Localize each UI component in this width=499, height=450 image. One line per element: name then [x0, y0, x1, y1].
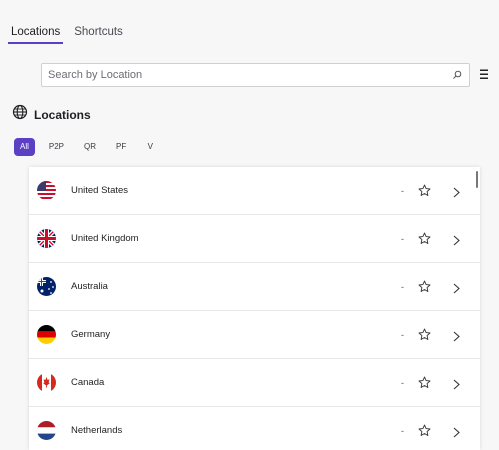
- chevron-right-icon[interactable]: [452, 377, 461, 390]
- location-name: Canada: [71, 377, 105, 388]
- location-row-australia[interactable]: Australia -: [29, 263, 480, 311]
- location-name: Germany: [71, 329, 111, 340]
- canada-flag-icon: [37, 373, 56, 392]
- filter-all[interactable]: All: [14, 138, 35, 156]
- hamburger-menu-icon[interactable]: [479, 67, 491, 79]
- locations-section-header: Locations: [12, 104, 91, 125]
- globe-icon: [12, 104, 28, 125]
- filter-qr[interactable]: QR: [78, 138, 102, 156]
- location-status: -: [401, 329, 404, 340]
- us-flag-icon: [37, 181, 56, 200]
- star-icon[interactable]: [418, 184, 431, 197]
- uk-flag-icon: [37, 229, 56, 248]
- search-box: [41, 63, 470, 87]
- star-icon[interactable]: [418, 376, 431, 389]
- australia-flag-icon: [37, 277, 56, 296]
- filter-v[interactable]: V: [140, 138, 160, 156]
- search-input[interactable]: [48, 69, 451, 81]
- location-name: United States: [71, 185, 129, 196]
- chevron-right-icon[interactable]: [452, 329, 461, 342]
- tab-shortcuts[interactable]: Shortcuts: [71, 24, 126, 44]
- location-name: Netherlands: [71, 425, 123, 436]
- star-icon[interactable]: [418, 328, 431, 341]
- netherlands-flag-icon: [37, 421, 56, 440]
- location-status: -: [401, 233, 404, 244]
- star-icon[interactable]: [418, 232, 431, 245]
- location-row-united-states[interactable]: United States -: [29, 167, 480, 215]
- tab-bar: Locations Shortcuts: [8, 24, 126, 46]
- location-name: Australia: [71, 281, 108, 292]
- chevron-right-icon[interactable]: [452, 185, 461, 198]
- tab-locations[interactable]: Locations: [8, 24, 64, 44]
- filter-chips: All P2P QR PF V: [14, 138, 160, 156]
- location-status: -: [401, 281, 404, 292]
- location-status: -: [401, 425, 404, 436]
- germany-flag-icon: [37, 325, 56, 344]
- location-row-canada[interactable]: Canada -: [29, 359, 480, 407]
- list-scrollbar[interactable]: [476, 171, 478, 188]
- location-list: United States - United Kingdom - Austral…: [29, 167, 480, 450]
- chevron-right-icon[interactable]: [452, 233, 461, 246]
- location-status: -: [401, 377, 404, 388]
- section-title: Locations: [34, 107, 91, 122]
- location-row-united-kingdom[interactable]: United Kingdom -: [29, 215, 480, 263]
- location-name: United Kingdom: [71, 233, 139, 244]
- search-icon[interactable]: [451, 69, 463, 81]
- location-status: -: [401, 185, 404, 196]
- chevron-right-icon[interactable]: [452, 425, 461, 438]
- star-icon[interactable]: [418, 280, 431, 293]
- star-icon[interactable]: [418, 424, 431, 437]
- location-row-germany[interactable]: Germany -: [29, 311, 480, 359]
- filter-p2p[interactable]: P2P: [43, 138, 70, 156]
- filter-pf[interactable]: PF: [110, 138, 132, 156]
- location-row-netherlands[interactable]: Netherlands -: [29, 407, 480, 450]
- chevron-right-icon[interactable]: [452, 281, 461, 294]
